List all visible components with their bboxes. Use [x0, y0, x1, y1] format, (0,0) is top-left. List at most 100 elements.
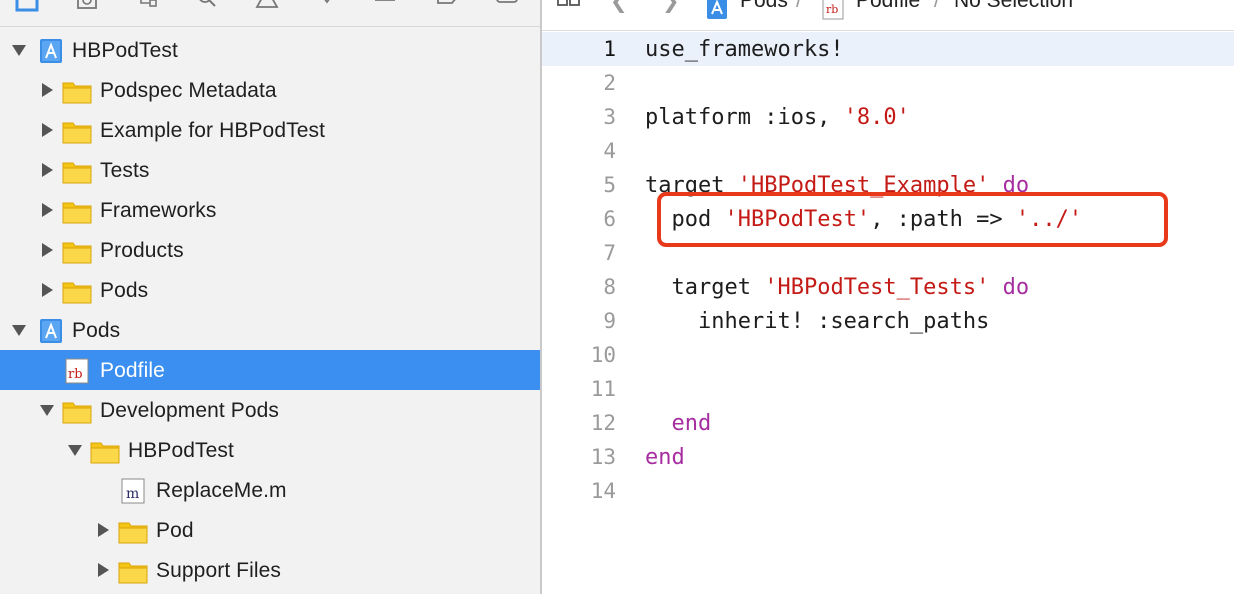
- tree-item-label: Frameworks: [100, 199, 217, 222]
- disclosure-open-icon[interactable]: [38, 402, 56, 418]
- code-text: end: [645, 445, 685, 470]
- line-number: 10: [590, 343, 616, 367]
- jump-bar: ❮ ❯ Pods / rb Podfile / No Selection: [542, 0, 1234, 31]
- tree-row-support-files[interactable]: Support Files: [0, 550, 540, 590]
- line-number: 9: [603, 309, 616, 333]
- tree-row-example-for-hbpodtest[interactable]: Example for HBPodTest: [0, 110, 540, 150]
- code-line[interactable]: 2: [542, 66, 1234, 100]
- code-token: platform :ios,: [645, 105, 844, 130]
- disclosure-open-icon[interactable]: [10, 42, 28, 58]
- jumpbar-project[interactable]: Pods: [740, 0, 788, 13]
- code-token: inherit! :search_paths: [645, 309, 990, 334]
- objc-file-icon: m: [118, 478, 148, 504]
- related-items-icon[interactable]: [556, 0, 582, 16]
- disclosure-closed-icon[interactable]: [38, 282, 56, 298]
- project-icon: [704, 0, 730, 20]
- project-navigator: HBPodTest Podspec Metadata Example for HBP…: [0, 0, 540, 594]
- tree-item-label: Example for HBPodTest: [100, 119, 326, 142]
- tree-item-label: Pod: [156, 519, 194, 542]
- code-line[interactable]: 10: [542, 338, 1234, 372]
- symbol-navigator-icon[interactable]: [134, 0, 160, 12]
- find-icon[interactable]: [194, 0, 220, 12]
- code-line[interactable]: 13 end: [542, 440, 1234, 474]
- jumpbar-selection[interactable]: No Selection: [954, 0, 1073, 13]
- jumpbar-separator: /: [934, 0, 940, 12]
- tree-item-label: Pods: [72, 319, 121, 342]
- test-icon[interactable]: [314, 0, 340, 12]
- tree-row-pod[interactable]: Pod: [0, 510, 540, 550]
- code-text: inherit! :search_paths: [645, 309, 989, 334]
- tree-item-label: Development Pods: [100, 399, 280, 422]
- disclosure-closed-icon[interactable]: [38, 122, 56, 138]
- tree-item-label: ReplaceMe.m: [156, 479, 287, 502]
- folder-icon: [62, 198, 92, 224]
- code-line[interactable]: 3 platform :ios, '8.0': [542, 100, 1234, 134]
- disclosure-closed-icon[interactable]: [38, 202, 56, 218]
- tree-row-pods[interactable]: Pods: [0, 310, 540, 350]
- jumpbar-file[interactable]: Podfile: [856, 0, 920, 13]
- code-line[interactable]: 11: [542, 372, 1234, 406]
- folder-icon: [62, 158, 92, 184]
- line-number: 8: [603, 275, 616, 299]
- tree-row-products[interactable]: Products: [0, 230, 540, 270]
- code-line[interactable]: 9 inherit! :search_paths: [542, 304, 1234, 338]
- disclosure-closed-icon[interactable]: [94, 562, 112, 578]
- svg-text:rb: rb: [826, 3, 838, 16]
- project-navigator-icon[interactable]: [14, 0, 40, 12]
- jumpbar-separator: /: [796, 0, 802, 12]
- keyword-token: end: [645, 445, 685, 470]
- tree-row-podfile[interactable]: rb Podfile: [0, 350, 540, 390]
- navigator-toolbar: [0, 0, 540, 27]
- disclosure-closed-icon[interactable]: [38, 242, 56, 258]
- code-line[interactable]: 4: [542, 134, 1234, 168]
- disclosure-closed-icon[interactable]: [94, 522, 112, 538]
- code-text: end: [645, 411, 712, 436]
- debug-icon[interactable]: [372, 0, 398, 12]
- source-editor[interactable]: ❮ ❯ Pods / rb Podfile / No Selection 1 us…: [542, 0, 1234, 594]
- svg-text:m: m: [126, 486, 139, 502]
- ruby-file-icon: rb: [62, 358, 92, 384]
- report-icon[interactable]: [494, 0, 520, 12]
- tree-row-podspec-metadata[interactable]: Podspec Metadata: [0, 70, 540, 110]
- ruby-file-icon: rb: [820, 0, 846, 20]
- back-arrow-icon[interactable]: ❮: [610, 0, 628, 14]
- tree-row-development-pods[interactable]: Development Pods: [0, 390, 540, 430]
- disclosure-open-icon[interactable]: [10, 322, 28, 338]
- breakpoint-icon[interactable]: [434, 0, 460, 12]
- line-number: 12: [590, 411, 616, 435]
- project-icon: [36, 38, 66, 64]
- source-control-icon[interactable]: [74, 0, 100, 12]
- tree-item-label: HBPodTest: [128, 439, 234, 462]
- tree-row-hbpodtest[interactable]: HBPodTest: [0, 430, 540, 470]
- line-number: 2: [603, 71, 616, 95]
- disclosure-open-icon[interactable]: [66, 442, 84, 458]
- tree-row-pods[interactable]: Pods: [0, 270, 540, 310]
- folder-icon: [62, 278, 92, 304]
- folder-icon: [90, 438, 120, 464]
- code-line[interactable]: 12 end: [542, 406, 1234, 440]
- svg-text:rb: rb: [68, 367, 83, 382]
- disclosure-closed-icon[interactable]: [38, 162, 56, 178]
- line-number: 6: [603, 207, 616, 231]
- folder-icon: [62, 238, 92, 264]
- folder-icon: [62, 78, 92, 104]
- line-number: 13: [590, 445, 616, 469]
- line-number: 11: [590, 377, 616, 401]
- tree-row-frameworks[interactable]: Frameworks: [0, 190, 540, 230]
- code-line[interactable]: 8 target 'HBPodTest_Tests' do: [542, 270, 1234, 304]
- folder-icon: [62, 118, 92, 144]
- tree-row-tests[interactable]: Tests: [0, 150, 540, 190]
- project-icon: [36, 318, 66, 344]
- line-number: 1: [603, 37, 616, 61]
- tree-row-hbpodtest[interactable]: HBPodTest: [0, 30, 540, 70]
- code-line[interactable]: 1 use_frameworks!: [542, 32, 1234, 66]
- issue-icon[interactable]: [254, 0, 280, 12]
- disclosure-closed-icon[interactable]: [38, 82, 56, 98]
- code-area[interactable]: 1 use_frameworks! 2 3 platform :ios, '8.0' 4 5…: [542, 32, 1234, 508]
- code-line[interactable]: 14: [542, 474, 1234, 508]
- code-token: target: [645, 275, 765, 300]
- tree-row-replaceme-m[interactable]: m ReplaceMe.m: [0, 470, 540, 510]
- forward-arrow-icon[interactable]: ❯: [662, 0, 680, 14]
- string-token: 'HBPodTest_Tests': [764, 275, 990, 300]
